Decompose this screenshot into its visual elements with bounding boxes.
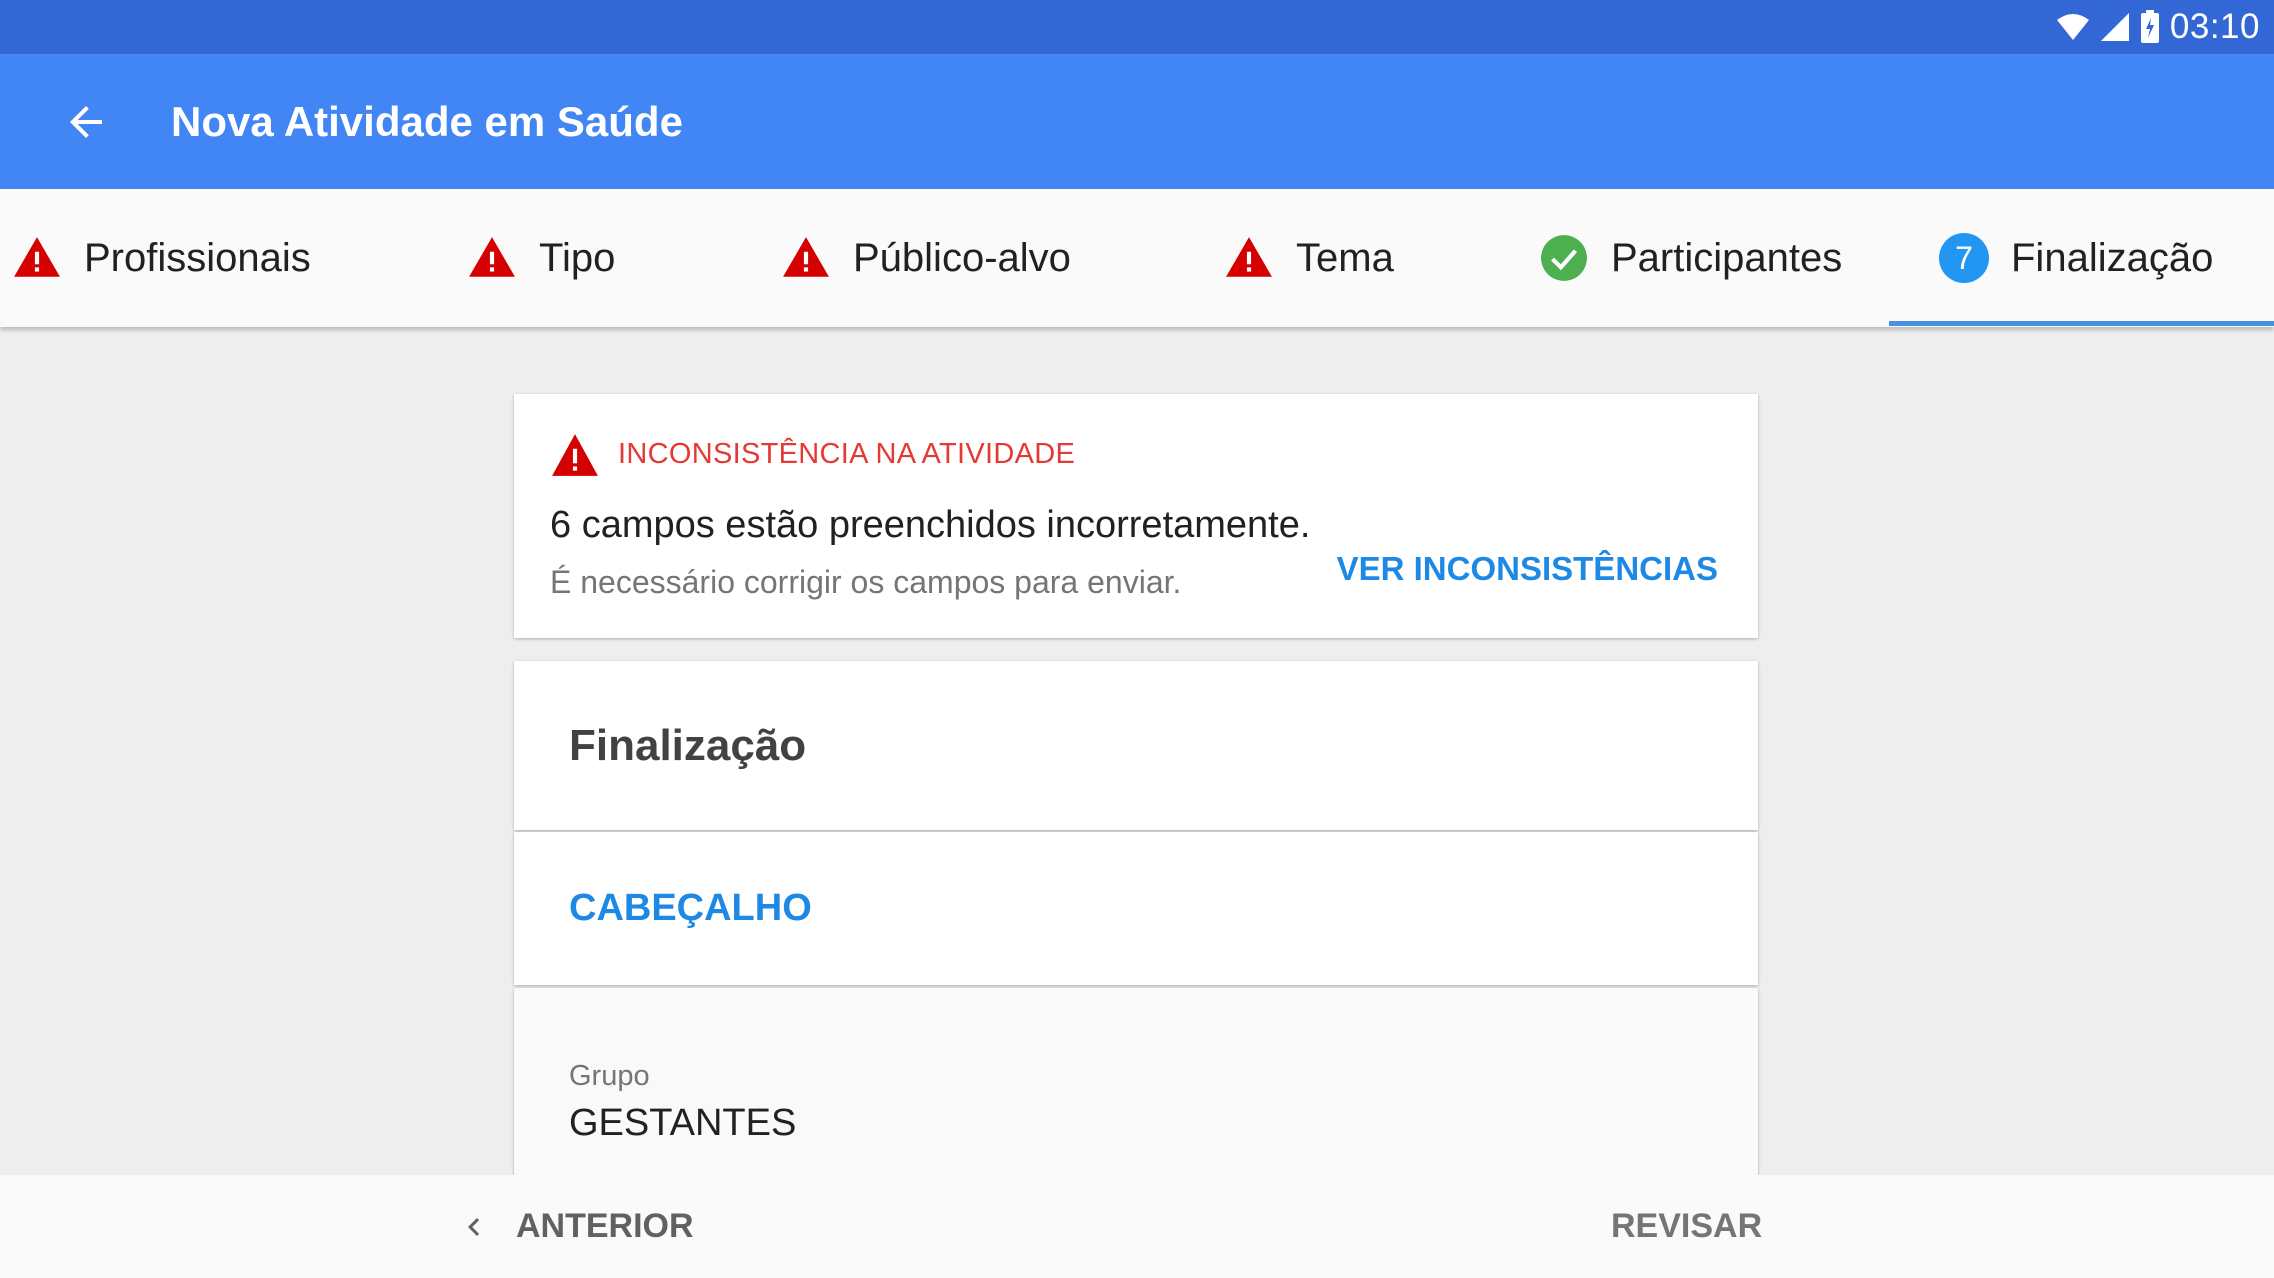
stepper-tabs: Profissionais Tipo Público-alvo Tema Par…	[0, 189, 2274, 327]
tab-label: Participantes	[1611, 235, 1843, 280]
arrow-back-icon[interactable]	[62, 98, 110, 146]
check-circle-icon	[1541, 235, 1587, 281]
warning-icon	[469, 237, 515, 277]
header-section-link[interactable]: CABEÇALHO	[569, 832, 812, 985]
warning-icon	[783, 237, 829, 277]
signal-icon	[2100, 13, 2129, 41]
group-field-label: Grupo	[569, 1060, 650, 1092]
active-tab-indicator	[1889, 321, 2274, 326]
tab-label: Público-alvo	[853, 235, 1071, 280]
inconsistency-card: INCONSISTÊNCIA NA ATIVIDADE 6 campos est…	[514, 394, 1758, 638]
tab-participantes[interactable]: Participantes	[1539, 189, 1842, 327]
step-number-badge: 7	[1939, 233, 1989, 283]
status-time: 03:10	[2169, 7, 2260, 46]
warning-icon	[1226, 237, 1272, 277]
group-field-value: GESTANTES	[569, 1102, 797, 1144]
tab-label: Tipo	[539, 235, 616, 280]
tab-tema[interactable]: Tema	[1224, 189, 1394, 327]
tab-label: Finalização	[2011, 235, 2214, 280]
header-section-card[interactable]: CABEÇALHO	[514, 832, 1758, 985]
section-title-card: Finalização	[514, 661, 1758, 830]
tab-tipo[interactable]: Tipo	[467, 189, 615, 327]
alert-title: INCONSISTÊNCIA NA ATIVIDADE	[618, 438, 1076, 470]
tab-label: Tema	[1296, 235, 1394, 280]
review-button[interactable]: REVISAR	[1611, 1175, 1762, 1278]
tab-label: Profissionais	[84, 235, 311, 280]
status-bar: 03:10	[0, 0, 2274, 54]
tab-finalizacao[interactable]: 7 Finalização	[1939, 189, 2213, 327]
previous-button[interactable]: ANTERIOR	[456, 1175, 694, 1278]
battery-icon	[2140, 10, 2159, 43]
view-inconsistencies-button[interactable]: VER INCONSISTÊNCIAS	[1337, 550, 1718, 588]
warning-icon	[552, 434, 598, 476]
chevron-left-icon	[468, 1217, 480, 1236]
status-icons: 03:10	[2056, 0, 2260, 54]
section-title: Finalização	[569, 721, 807, 770]
alert-subtext: É necessário corrigir os campos para env…	[550, 564, 1182, 600]
alert-message: 6 campos estão preenchidos incorretament…	[550, 504, 1311, 546]
tab-publico-alvo[interactable]: Público-alvo	[781, 189, 1071, 327]
previous-button-label: ANTERIOR	[516, 1207, 694, 1245]
bottom-nav-bar: ANTERIOR REVISAR	[0, 1175, 2274, 1278]
app-bar: Nova Atividade em Saúde	[0, 54, 2274, 189]
wifi-icon	[2056, 14, 2089, 40]
page-title: Nova Atividade em Saúde	[171, 98, 683, 145]
warning-icon	[14, 237, 60, 277]
tab-profissionais[interactable]: Profissionais	[12, 189, 311, 327]
